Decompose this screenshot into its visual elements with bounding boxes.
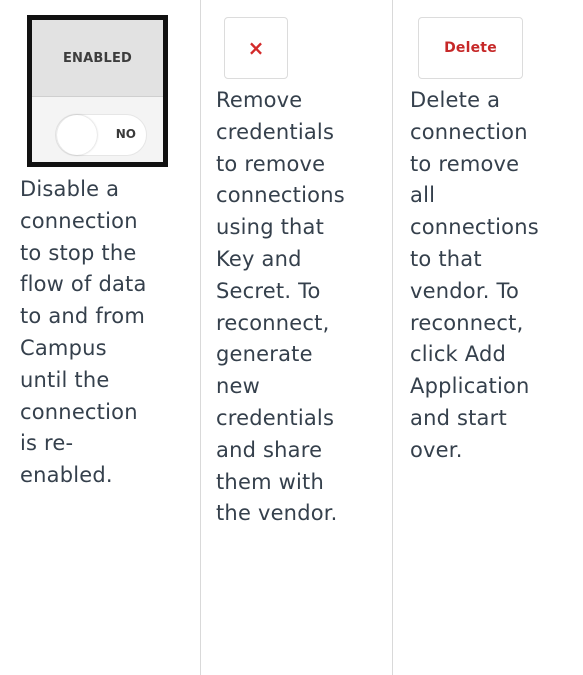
remove-description: Remove credentials to remove connections… bbox=[216, 88, 345, 526]
delete-button-label: Delete bbox=[444, 40, 497, 56]
toggle-state-label: NO bbox=[115, 127, 136, 141]
delete-connection-button[interactable]: Delete bbox=[418, 17, 523, 79]
close-icon: × bbox=[247, 36, 265, 60]
column-remove: × Remove credentials to remove connectio… bbox=[200, 0, 392, 675]
column-enabled: ENABLED NO Disable a connection to stop … bbox=[0, 0, 200, 675]
enabled-toggle-switch[interactable]: NO bbox=[55, 114, 147, 156]
column-delete: Delete Delete a connection to remove all… bbox=[392, 0, 583, 675]
delete-description: Delete a connection to remove all connec… bbox=[410, 88, 539, 462]
remove-credentials-button[interactable]: × bbox=[224, 17, 288, 79]
disable-description: Disable a connection to stop the flow of… bbox=[20, 177, 147, 488]
enabled-toggle-widget: ENABLED NO bbox=[27, 15, 168, 167]
enabled-header: ENABLED bbox=[32, 20, 163, 97]
toggle-knob[interactable] bbox=[57, 115, 97, 155]
help-table: ENABLED NO Disable a connection to stop … bbox=[0, 0, 583, 675]
